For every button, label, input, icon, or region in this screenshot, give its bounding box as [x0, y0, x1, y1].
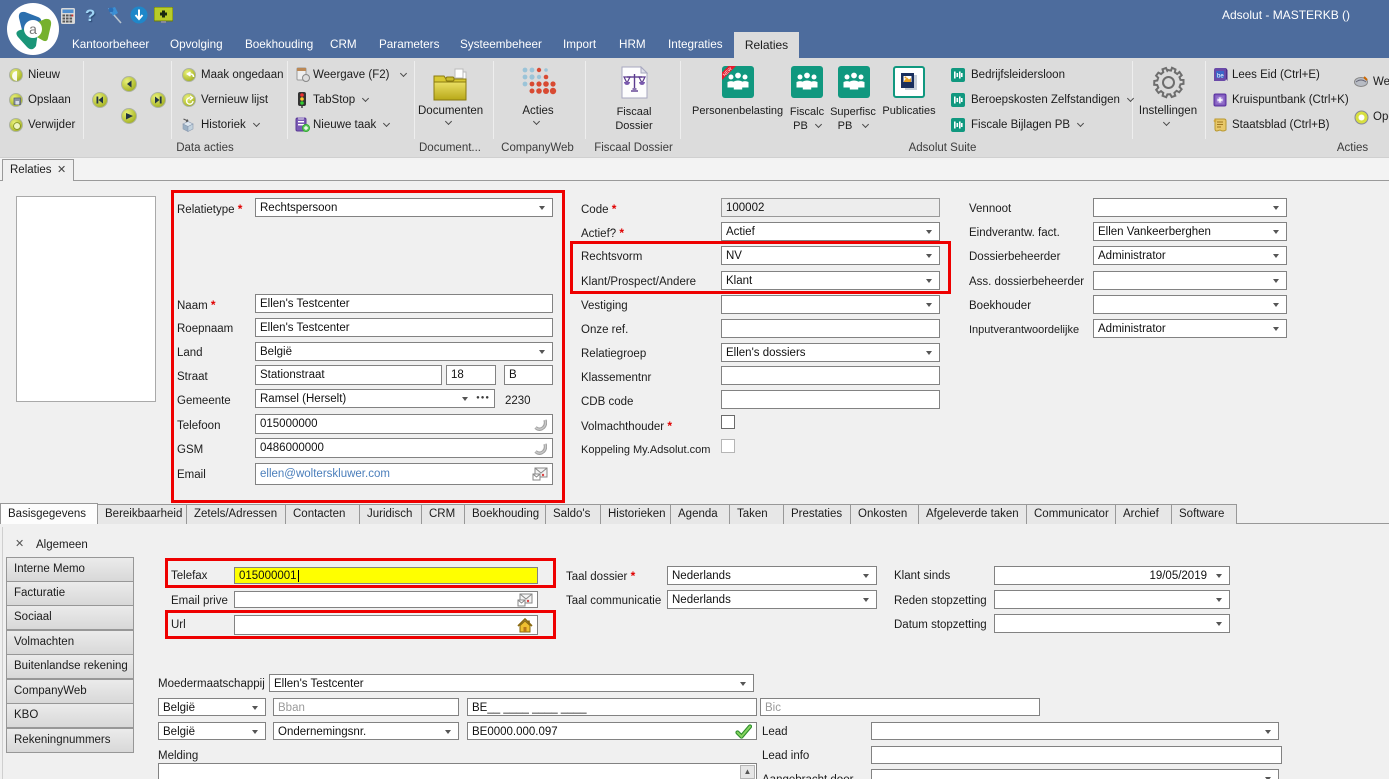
- svg-text:be: be: [1217, 74, 1224, 80]
- svg-text:a: a: [29, 21, 37, 37]
